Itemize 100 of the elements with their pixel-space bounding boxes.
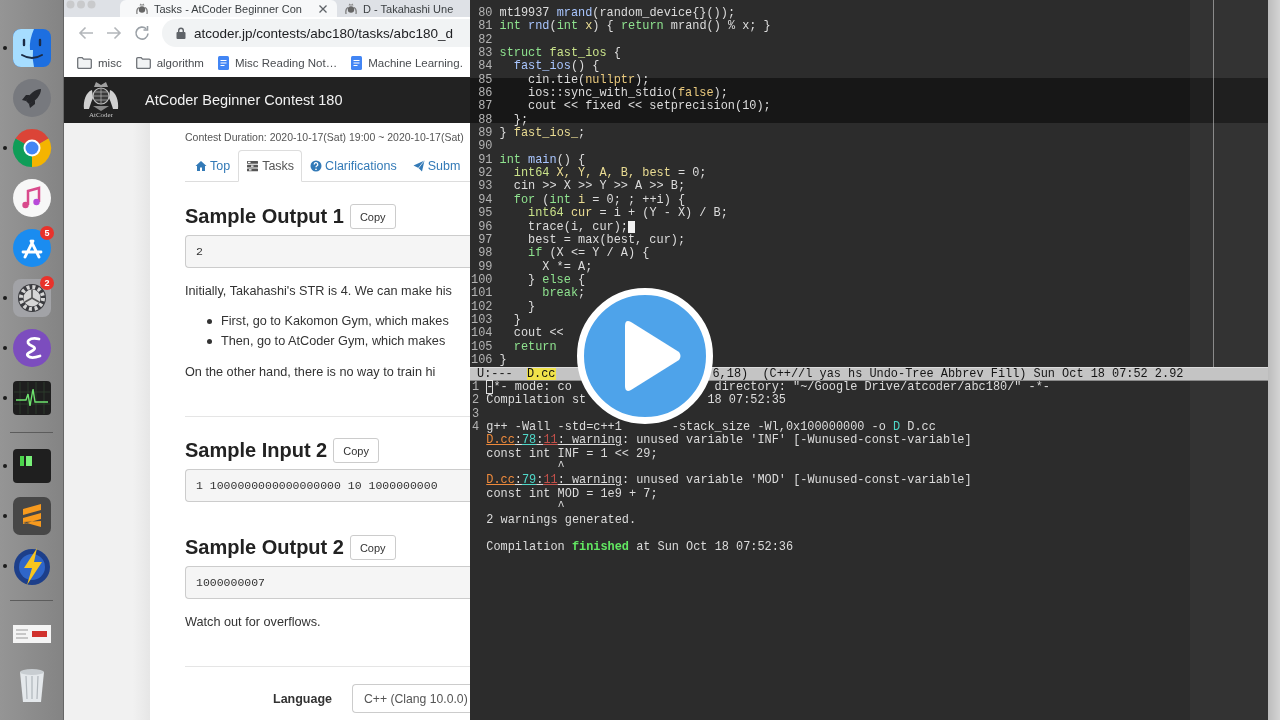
lightning-icon[interactable] (11, 546, 52, 586)
sample-block: 1000000007 (185, 566, 470, 599)
bookmark[interactable]: algorithm (135, 57, 204, 69)
close-icon[interactable] (319, 4, 327, 13)
address-bar[interactable]: atcoder.jp/contests/abc180/tasks/abc180_d (162, 19, 470, 47)
list-item: First, go to Kakomon Gym, which makes (221, 313, 449, 330)
line-number: 96 (477, 220, 493, 234)
code-line: fast_ios() { (513, 60, 600, 74)
mode-line-info: 6,18) (C++//l yas hs Undo-Tree Abbrev Fill) Sun Oct 18 07:52 2.92 (712, 368, 1184, 380)
line-number: 104 (471, 327, 493, 341)
output-text: D.cc:78:11: warning: unused variable 'INF' [-Wunused-const-variable] (486, 434, 972, 448)
line-number: 93 (477, 180, 493, 194)
color-wheel-icon[interactable] (11, 128, 52, 168)
paragraph: Initially, Takahashi's STR is 4. We can make his (185, 283, 453, 300)
code-line: if (X <= Y / A) { (528, 247, 650, 261)
line-number: 94 (477, 193, 493, 207)
code-line: } else { (528, 273, 586, 287)
browser-tab[interactable]: D - Takahashi Une (337, 0, 470, 17)
output-text: directory: "~/Google Drive/atcoder/abc180/" -*- (714, 380, 1050, 394)
folder-icon (77, 57, 92, 69)
help-circle-icon (310, 160, 323, 172)
nav-tab[interactable]: Tasks (238, 150, 303, 182)
section-heading: Sample Output 2 (185, 535, 344, 560)
line-number: 85 (477, 73, 493, 87)
code-line: int rnd(int x) { return mrand() % x; } (499, 20, 771, 34)
line-number: 95 (477, 207, 493, 221)
output-text: Compilation st (486, 394, 587, 408)
line-number: 80 (477, 7, 493, 20)
code-line: int64 X, Y, A, B, best = 0; (513, 167, 707, 181)
code-line: return (513, 340, 557, 354)
music-note-icon[interactable] (11, 178, 52, 218)
pulse-monitor-icon[interactable] (11, 378, 52, 418)
paragraph: Watch out for overflows. (185, 614, 322, 631)
line-number: 105 (471, 340, 493, 354)
section-heading: Sample Output 1 (185, 204, 344, 229)
sample-block: 2 (185, 235, 470, 268)
output-text: Compilation finished at Sun Oct 18 07:52:36 (486, 540, 794, 555)
line-number: 98 (477, 247, 493, 261)
emblem-icon (345, 2, 357, 15)
code-line: int64 cur = i + (Y - X) / B; (528, 207, 728, 221)
line-number: 92 (477, 167, 493, 181)
line-number: 89 (477, 127, 493, 141)
code-line: mt19937 mrand(random_device{}()); (499, 7, 736, 20)
sample-block: 1 1000000000000000000 10 1000000000 (185, 469, 470, 502)
output-text: 2 warnings generated. (486, 514, 637, 528)
bookmark[interactable]: Machine Learning. (351, 56, 463, 70)
nav-tab[interactable]: Clarifications (302, 150, 405, 182)
document-icon (351, 56, 363, 70)
code-line: int main() { (499, 153, 586, 167)
circular-arrow-icon[interactable] (134, 25, 150, 41)
line-number: 87 (477, 100, 493, 114)
terminal-icon[interactable] (11, 446, 52, 486)
bookmark[interactable]: Misc Reading Not… (217, 56, 338, 70)
line-number: 82 (477, 33, 493, 47)
output-text: g++ -Wall -std=c++1 (486, 420, 622, 434)
line-number: 88 (477, 113, 493, 127)
line-number: 100 (471, 273, 493, 287)
source-link[interactable]: D.cc:79:11: warning (486, 473, 622, 488)
gear-icon[interactable] (11, 278, 52, 318)
output-text: -*- mode: co (486, 380, 572, 394)
code-line: } (513, 313, 521, 327)
paragraph: On the other hand, there is no way to train hi (185, 364, 437, 381)
code-line: } fast_ios_; (499, 127, 586, 141)
line-number: 1 (472, 380, 480, 394)
code-line: } (499, 353, 507, 368)
line-number: 3 (472, 407, 480, 421)
output-text: ^ (557, 500, 565, 515)
output-text: D.cc:79:11: warning: unused variable 'MOD' [-Wunused-const-variable] (486, 474, 972, 488)
letter-a-icon[interactable] (11, 228, 52, 268)
code-line: break; (542, 287, 586, 301)
line-number: 84 (477, 60, 493, 74)
contest-duration: Contest Duration: 2020-10-17(Sat) 19:00 ~ 2020-10-17(Sat) (185, 130, 465, 144)
line-number: 2 (472, 394, 480, 408)
code-line: trace(i, cur); (528, 220, 628, 234)
bullet-icon (207, 318, 212, 324)
bookmark[interactable]: misc (77, 57, 122, 69)
copy-button[interactable]: Copy (349, 204, 396, 229)
nav-tab[interactable]: Subm (404, 150, 469, 182)
nav-tab[interactable]: Top (187, 150, 239, 182)
output-text: -stack_size -Wl,0x100000000 -o D D.cc (671, 420, 936, 434)
notification-badge: 5 (40, 226, 54, 240)
source-link[interactable]: D.cc:78:11: warning (486, 433, 622, 448)
output-text: const int MOD = 1e9 + 7; (486, 487, 658, 501)
line-number: 102 (471, 300, 493, 314)
copy-button[interactable]: Copy (333, 438, 379, 463)
code-line: cout << fixed << setprecision(10); (528, 100, 771, 114)
line-number: 97 (477, 233, 493, 247)
face-icon[interactable] (11, 28, 52, 68)
line-number: 81 (477, 20, 493, 34)
line-number: 99 (477, 260, 493, 274)
code-line: best = max(best, cur); (528, 233, 686, 247)
swirl-icon[interactable] (11, 328, 52, 368)
browser-tab[interactable]: Tasks - AtCoder Beginner Con (120, 0, 337, 17)
line-number: 91 (477, 153, 493, 167)
line-number: 106 (471, 353, 493, 368)
paper-plane-icon (412, 160, 425, 172)
copy-button[interactable]: Copy (349, 535, 396, 560)
code-line: X *= A; (542, 260, 593, 274)
rocket-icon[interactable] (11, 78, 52, 118)
stripes-icon[interactable] (11, 496, 52, 536)
